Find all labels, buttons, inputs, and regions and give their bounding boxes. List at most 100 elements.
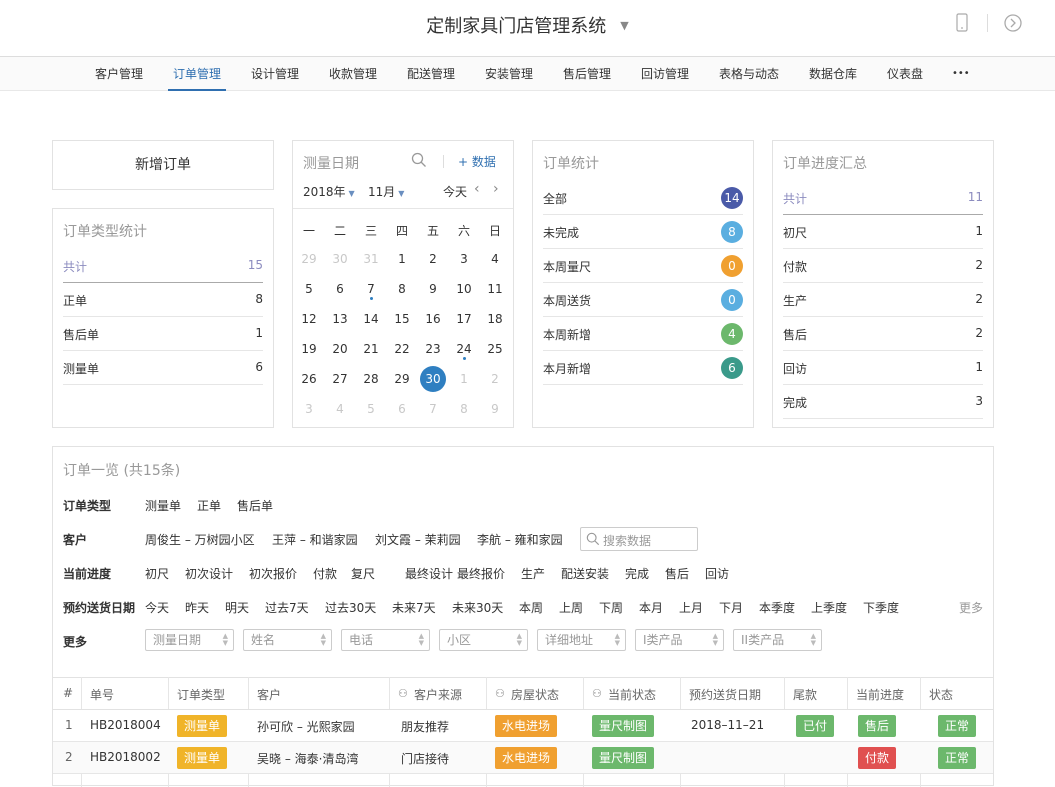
filter-select[interactable]: 电话 ▲ ▼ xyxy=(341,629,430,651)
nav-item-dashboard[interactable]: 仪表盘 xyxy=(887,57,923,91)
order-stat-row[interactable]: 本周送货 0 xyxy=(543,283,743,317)
filter-select[interactable]: 详细地址 ▲ ▼ xyxy=(537,629,626,651)
nav-item-payments[interactable]: 收款管理 xyxy=(329,57,377,91)
calendar-day[interactable]: 23 xyxy=(418,342,448,356)
filter-option[interactable]: 王萍 – 和谐家园 xyxy=(272,531,358,548)
filter-option[interactable]: 复尺 xyxy=(351,565,375,582)
column-header[interactable]: 尾款 xyxy=(793,686,817,703)
filter-option[interactable]: 完成 xyxy=(625,565,649,582)
progress-row[interactable]: 初尺 1 xyxy=(783,215,983,249)
calendar-day[interactable]: 3 xyxy=(449,252,479,266)
nav-item-tables[interactable]: 表格与动态 xyxy=(719,57,779,91)
nav-item-revisit[interactable]: 回访管理 xyxy=(641,57,689,91)
filter-option[interactable]: 初尺 xyxy=(145,565,169,582)
filter-option[interactable]: 售后 xyxy=(665,565,689,582)
filter-option[interactable]: 明天 xyxy=(225,599,249,616)
nav-item-design[interactable]: 设计管理 xyxy=(251,57,299,91)
filter-option[interactable]: 上月 xyxy=(679,599,703,616)
column-header[interactable]: # xyxy=(63,686,73,700)
stats-row[interactable]: 测量单 6 xyxy=(63,351,263,385)
calendar-day[interactable]: 21 xyxy=(356,342,386,356)
filter-option[interactable]: 付款 xyxy=(313,565,337,582)
column-header[interactable]: 客户 xyxy=(257,686,281,703)
order-stat-row[interactable]: 未完成 8 xyxy=(543,215,743,249)
filter-select[interactable]: II类产品 ▲ ▼ xyxy=(733,629,822,651)
filter-option[interactable]: 上周 xyxy=(559,599,583,616)
app-title[interactable]: 定制家具门店管理系统 ▼ xyxy=(0,12,1055,38)
calendar-day[interactable]: 9 xyxy=(418,282,448,296)
nav-item-install[interactable]: 安装管理 xyxy=(485,57,533,91)
more-icon[interactable]: ••• xyxy=(952,57,970,91)
filter-option[interactable]: 生产 xyxy=(521,565,545,582)
order-stat-row[interactable]: 全部 14 xyxy=(543,181,743,215)
progress-tag[interactable]: 付款 xyxy=(858,747,897,769)
filter-select[interactable]: 测量日期 ▲ ▼ xyxy=(145,629,234,651)
calendar-day[interactable]: 1 xyxy=(387,252,417,266)
stats-row[interactable]: 售后单 1 xyxy=(63,317,263,351)
column-header[interactable]: 预约送货日期 xyxy=(689,686,761,703)
calendar-day[interactable]: 7 xyxy=(356,282,386,296)
customer-name[interactable]: 孙可欣 – 光熙家园 xyxy=(257,718,355,735)
column-header[interactable]: 状态 xyxy=(929,686,953,703)
calendar-day[interactable]: 11 xyxy=(480,282,510,296)
search-icon[interactable] xyxy=(411,152,427,172)
calendar-day[interactable]: 22 xyxy=(387,342,417,356)
calendar-day[interactable]: 8 xyxy=(387,282,417,296)
current-status-tag[interactable]: 量尺制图 xyxy=(592,747,655,769)
nav-item-warehouse[interactable]: 数据仓库 xyxy=(809,57,857,91)
calendar-day[interactable]: 16 xyxy=(418,312,448,326)
compass-icon[interactable] xyxy=(1003,13,1023,33)
progress-row[interactable]: 生产 2 xyxy=(783,283,983,317)
order-id[interactable]: HB2018002 xyxy=(90,750,161,764)
add-data-button[interactable]: + 数据 xyxy=(458,153,496,170)
column-header[interactable]: 单号 xyxy=(90,686,114,703)
filter-option[interactable]: 配送安装 xyxy=(561,565,609,582)
calendar-day[interactable]: 30 xyxy=(420,366,446,392)
filter-option[interactable]: 过去30天 xyxy=(325,599,376,616)
filter-option[interactable]: 未来30天 xyxy=(452,599,503,616)
calendar-day[interactable]: 15 xyxy=(387,312,417,326)
nav-item-customers[interactable]: 客户管理 xyxy=(95,57,143,91)
calendar-day[interactable]: 24 xyxy=(449,342,479,356)
calendar-day[interactable]: 28 xyxy=(356,372,386,386)
order-stat-row[interactable]: 本周新增 4 xyxy=(543,317,743,351)
filter-select[interactable]: 姓名 ▲ ▼ xyxy=(243,629,332,651)
filter-option[interactable]: 回访 xyxy=(705,565,729,582)
filter-option[interactable]: 过去7天 xyxy=(265,599,309,616)
phone-icon[interactable] xyxy=(952,13,972,33)
new-order-button[interactable]: 新增订单 xyxy=(52,140,274,190)
order-stat-row[interactable]: 本周量尺 0 xyxy=(543,249,743,283)
calendar-day[interactable]: 10 xyxy=(449,282,479,296)
filter-select[interactable]: I类产品 ▲ ▼ xyxy=(635,629,724,651)
order-type-tag[interactable]: 测量单 xyxy=(177,715,228,737)
filter-option[interactable]: 初次设计 xyxy=(185,565,233,582)
calendar-day[interactable]: 5 xyxy=(294,282,324,296)
calendar-day[interactable]: 17 xyxy=(449,312,479,326)
stats-row[interactable]: 正单 8 xyxy=(63,283,263,317)
chevron-down-icon[interactable]: ▼ xyxy=(620,19,628,32)
filter-option[interactable]: 昨天 xyxy=(185,599,209,616)
filter-option[interactable]: 售后单 xyxy=(237,497,273,514)
filter-option[interactable]: 下季度 xyxy=(863,599,899,616)
filter-option[interactable]: 未来7天 xyxy=(392,599,436,616)
progress-row[interactable]: 完成 3 xyxy=(783,385,983,419)
progress-row[interactable]: 付款 2 xyxy=(783,249,983,283)
calendar-day[interactable]: 2 xyxy=(418,252,448,266)
filter-option[interactable]: 最终设计 xyxy=(405,565,453,582)
filter-option[interactable]: 李航 – 雍和家园 xyxy=(477,531,563,548)
column-header[interactable]: 当前进度 xyxy=(856,686,904,703)
calendar-day[interactable]: 14 xyxy=(356,312,386,326)
customer-search-input[interactable]: 搜索数据 xyxy=(580,527,698,551)
year-select[interactable]: 2018年 ▼ xyxy=(303,183,355,200)
stats-total-row[interactable]: 共计 15 xyxy=(63,249,263,283)
chevron-right-icon[interactable]: › xyxy=(493,181,499,197)
filter-option[interactable]: 刘文霞 – 茉莉园 xyxy=(375,531,461,548)
progress-row[interactable]: 回访 1 xyxy=(783,351,983,385)
calendar-day[interactable]: 25 xyxy=(480,342,510,356)
order-stat-row[interactable]: 本月新增 6 xyxy=(543,351,743,385)
filter-option[interactable]: 下周 xyxy=(599,599,623,616)
balance-tag[interactable]: 已付 xyxy=(796,715,835,737)
filter-option[interactable]: 初次报价 xyxy=(249,565,297,582)
column-header[interactable]: 客户来源 xyxy=(414,686,462,703)
more-link[interactable]: 更多 xyxy=(959,599,983,616)
